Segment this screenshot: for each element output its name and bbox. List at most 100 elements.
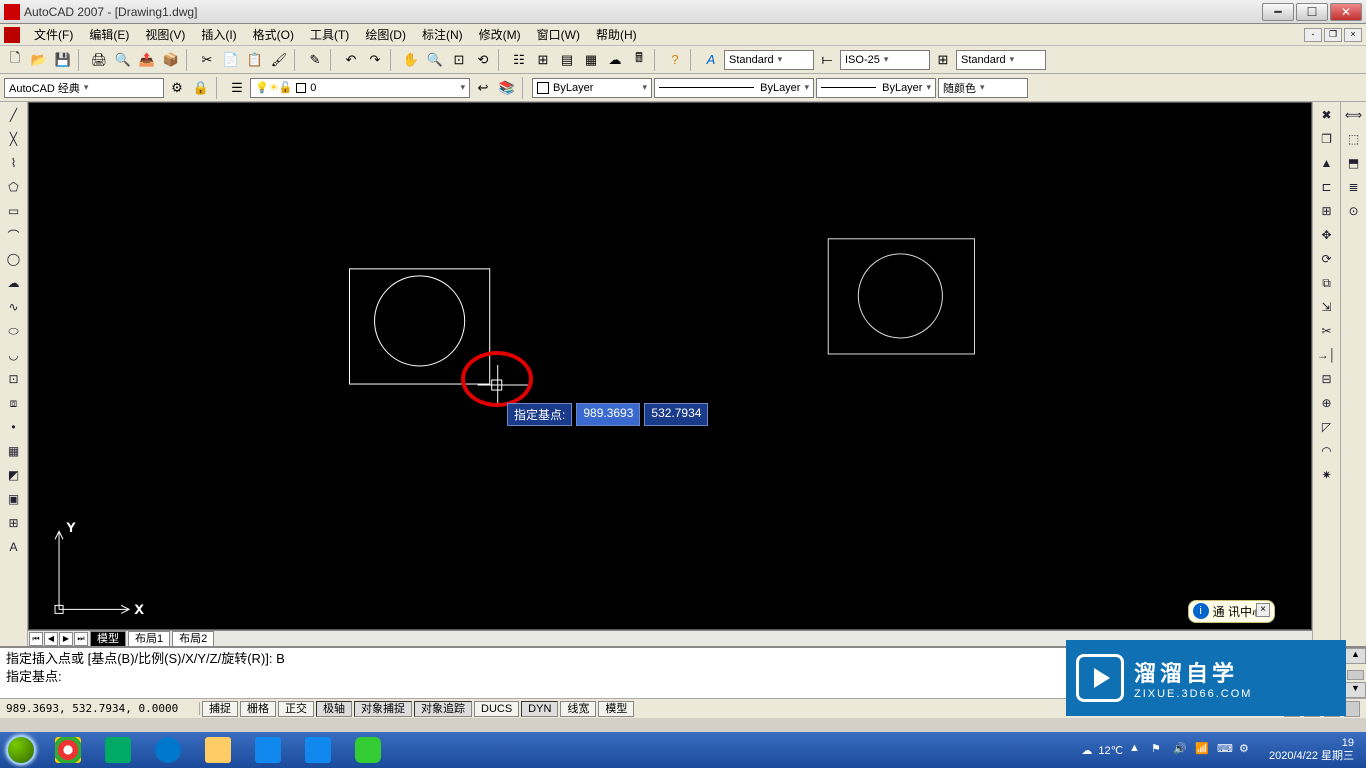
task-app1[interactable] — [244, 734, 292, 766]
tab-last-button[interactable]: ⏭ — [74, 632, 88, 646]
sheet-set-icon[interactable]: ▦ — [580, 49, 602, 71]
markup-icon[interactable]: ☁ — [604, 49, 626, 71]
minimize-button[interactable]: ━ — [1262, 3, 1294, 21]
toggle-ducs[interactable]: DUCS — [474, 701, 519, 717]
toggle-otrack[interactable]: 对象追踪 — [414, 701, 472, 717]
layer-previous-icon[interactable]: ↩ — [472, 77, 494, 99]
tab-next-button[interactable]: ▶ — [59, 632, 73, 646]
comm-center-bubble[interactable]: i 通 讯中心 × — [1188, 600, 1275, 623]
polygon-icon[interactable]: ⬠ — [3, 176, 25, 198]
area-icon[interactable]: ⬚ — [1343, 128, 1365, 150]
chevron-down-icon[interactable]: ▾ — [926, 82, 931, 93]
offset-icon[interactable]: ⊏ — [1316, 176, 1338, 198]
tray-temp[interactable]: 12℃ — [1098, 744, 1123, 757]
stretch-icon[interactable]: ⇲ — [1316, 296, 1338, 318]
table-style-icon[interactable]: ⊞ — [932, 49, 954, 71]
pan-icon[interactable]: ✋ — [400, 49, 422, 71]
toggle-model[interactable]: 模型 — [598, 701, 634, 717]
block-editor-icon[interactable]: ✎ — [304, 49, 326, 71]
menu-modify[interactable]: 修改(M) — [471, 24, 529, 45]
undo-icon[interactable]: ↶ — [340, 49, 362, 71]
start-button[interactable] — [0, 732, 42, 768]
menu-draw[interactable]: 绘图(D) — [357, 24, 414, 45]
gradient-icon[interactable]: ◩ — [3, 464, 25, 486]
chevron-down-icon[interactable]: ▾ — [460, 82, 465, 93]
menu-window[interactable]: 窗口(W) — [529, 24, 588, 45]
chevron-down-icon[interactable]: ▾ — [1010, 54, 1015, 65]
new-file-icon[interactable]: 🗋 — [4, 49, 26, 71]
layer-manager-icon[interactable]: ☰ — [226, 77, 248, 99]
copy-icon[interactable]: 📄 — [220, 49, 242, 71]
close-bubble-button[interactable]: × — [1256, 603, 1270, 617]
scroll-up-icon[interactable]: ▲ — [1345, 648, 1366, 664]
dyn-x-value[interactable]: 989.3693 — [576, 403, 640, 426]
plot-preview-icon[interactable]: 🔍 — [112, 49, 134, 71]
move-icon[interactable]: ✥ — [1316, 224, 1338, 246]
design-center-icon[interactable]: ⊞ — [532, 49, 554, 71]
break-icon[interactable]: ⊟ — [1316, 368, 1338, 390]
tab-layout2[interactable]: 布局2 — [172, 631, 214, 646]
toggle-polar[interactable]: 极轴 — [316, 701, 352, 717]
layer-states-icon[interactable]: 📚 — [496, 77, 518, 99]
tray-icon-2[interactable]: ⚑ — [1151, 742, 1167, 758]
list-icon[interactable]: ≣ — [1343, 176, 1365, 198]
toggle-snap[interactable]: 捕捉 — [202, 701, 238, 717]
erase-icon[interactable]: ✖ — [1316, 104, 1338, 126]
mirror-icon[interactable]: ▲ — [1316, 152, 1338, 174]
dim-style-combo[interactable]: ISO-25▾ — [840, 50, 930, 70]
close-button[interactable]: ✕ — [1330, 3, 1362, 21]
point-icon[interactable]: • — [3, 416, 25, 438]
spline-icon[interactable]: ∿ — [3, 296, 25, 318]
redo-icon[interactable]: ↷ — [364, 49, 386, 71]
menu-insert[interactable]: 插入(I) — [193, 24, 244, 45]
status-coordinates[interactable]: 989.3693, 532.7934, 0.0000 — [0, 702, 200, 715]
extend-icon[interactable]: →│ — [1316, 344, 1338, 366]
region-mass-icon[interactable]: ⬒ — [1343, 152, 1365, 174]
ellipse-arc-icon[interactable]: ◡ — [3, 344, 25, 366]
menu-view[interactable]: 视图(V) — [137, 24, 193, 45]
zoom-previous-icon[interactable]: ⟲ — [472, 49, 494, 71]
copy-obj-icon[interactable]: ❐ — [1316, 128, 1338, 150]
workspace-settings-icon[interactable]: ⚙ — [166, 77, 188, 99]
drawing-canvas[interactable]: Y X 指定基点: 989.3693 532.7934 i 通 讯中心 × — [28, 102, 1312, 630]
paste-icon[interactable]: 📋 — [244, 49, 266, 71]
maximize-button[interactable]: ☐ — [1296, 3, 1328, 21]
array-icon[interactable]: ⊞ — [1316, 200, 1338, 222]
join-icon[interactable]: ⊕ — [1316, 392, 1338, 414]
save-icon[interactable]: 💾 — [52, 49, 74, 71]
task-app2[interactable] — [294, 734, 342, 766]
layer-combo[interactable]: 💡 ☀ 🔓 0 ▾ — [250, 78, 470, 98]
cmd-scrollbar[interactable]: ▲ ▼ — [1344, 648, 1366, 698]
menu-file[interactable]: 文件(F) — [26, 24, 81, 45]
lineweight-combo[interactable]: ByLayer ▾ — [816, 78, 936, 98]
match-prop-icon[interactable]: 🖌 — [268, 49, 290, 71]
chevron-down-icon[interactable]: ▾ — [642, 82, 647, 93]
toggle-ortho[interactable]: 正交 — [278, 701, 314, 717]
quickcalc-icon[interactable]: 🖩 — [628, 49, 650, 71]
table-style-combo[interactable]: Standard▾ — [956, 50, 1046, 70]
doc-minimize-button[interactable]: - — [1304, 28, 1322, 42]
menu-help[interactable]: 帮助(H) — [588, 24, 645, 45]
plotstyle-combo[interactable]: 随颜色▾ — [938, 78, 1028, 98]
circle-icon[interactable]: ◯ — [3, 248, 25, 270]
tray-icon-5[interactable]: ⌨ — [1217, 742, 1233, 758]
task-ie[interactable] — [144, 734, 192, 766]
revision-cloud-icon[interactable]: ☁ — [3, 272, 25, 294]
table-icon[interactable]: ⊞ — [3, 512, 25, 534]
id-point-icon[interactable]: ⊙ — [1343, 200, 1365, 222]
toggle-dyn[interactable]: DYN — [521, 701, 558, 717]
chevron-down-icon[interactable]: ▾ — [884, 54, 889, 65]
dim-style-icon[interactable]: ⟝ — [816, 49, 838, 71]
chamfer-icon[interactable]: ◸ — [1316, 416, 1338, 438]
menu-format[interactable]: 格式(O) — [245, 24, 302, 45]
toggle-lwt[interactable]: 线宽 — [560, 701, 596, 717]
task-wechat[interactable] — [344, 734, 392, 766]
color-combo[interactable]: ByLayer ▾ — [532, 78, 652, 98]
zoom-realtime-icon[interactable]: 🔍 — [424, 49, 446, 71]
menu-edit[interactable]: 编辑(E) — [81, 24, 137, 45]
cut-icon[interactable]: ✂ — [196, 49, 218, 71]
ellipse-icon[interactable]: ⬭ — [3, 320, 25, 342]
help-icon[interactable]: ? — [664, 49, 686, 71]
status-tray-expander-icon[interactable] — [1344, 701, 1360, 717]
doc-restore-button[interactable]: ❐ — [1324, 28, 1342, 42]
